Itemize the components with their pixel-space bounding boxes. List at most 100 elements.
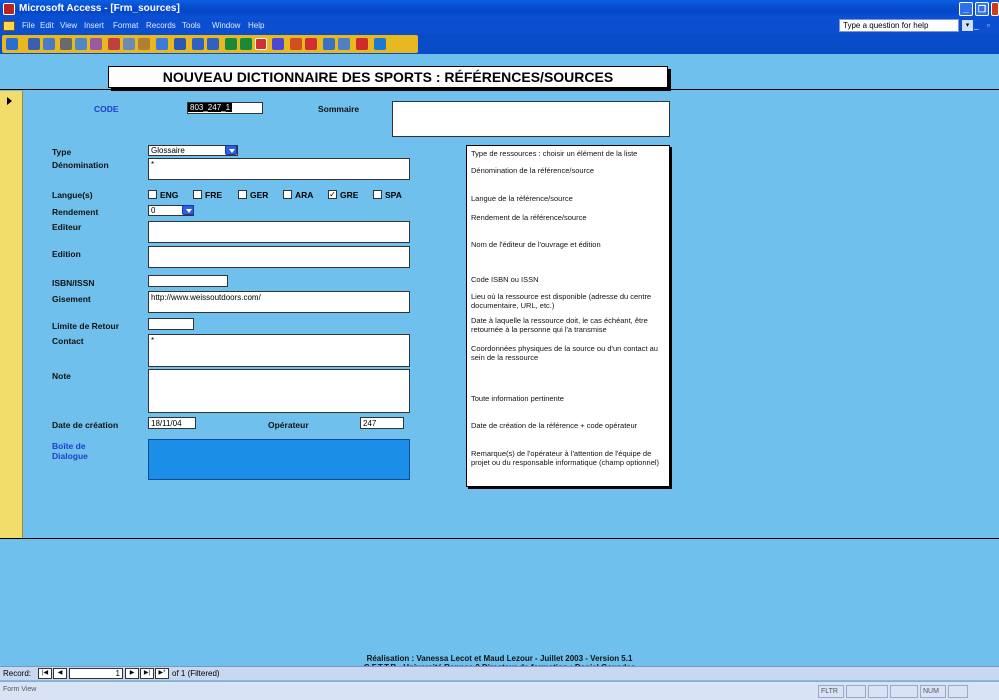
note-field[interactable] (148, 369, 410, 413)
cut-icon[interactable] (108, 38, 120, 50)
isbn-field[interactable] (148, 275, 228, 287)
filter-by-selection-icon[interactable] (225, 38, 237, 50)
gisement-label: Gisement (52, 294, 91, 304)
code-field[interactable]: 803_247_1 (187, 102, 263, 114)
last-record-icon[interactable]: ▶| (140, 668, 154, 679)
minimize-icon[interactable]: _ (959, 2, 973, 16)
spelling-icon[interactable] (90, 38, 102, 50)
sort-descending-icon[interactable] (207, 38, 219, 50)
menu-bar: File Edit View Insert Format Records Too… (0, 18, 999, 34)
form-header: NOUVEAU DICTIONNAIRE DES SPORTS : RÉFÉRE… (0, 56, 999, 90)
close-icon[interactable] (991, 2, 999, 16)
checkbox-gre[interactable]: ✓ (328, 190, 337, 199)
new-object-icon[interactable] (356, 38, 368, 50)
operateur-field[interactable]: 247 (360, 417, 404, 429)
search-file-icon[interactable] (43, 38, 55, 50)
gisement-field[interactable]: http://www.weissoutdoors.com/ (148, 291, 410, 313)
edition-field[interactable] (148, 246, 410, 268)
type-value: Glossaire (151, 146, 185, 155)
find-icon[interactable] (272, 38, 284, 50)
first-record-icon[interactable]: |◀ (38, 668, 52, 679)
checkbox-spa[interactable] (373, 190, 382, 199)
help-icon[interactable] (374, 38, 386, 50)
menu-help[interactable]: Help (248, 21, 264, 30)
restore-icon[interactable]: ❐ (975, 2, 989, 16)
checkbox-fre[interactable] (193, 190, 202, 199)
help-note: Toute information pertinente (471, 394, 564, 403)
checkbox-ger[interactable] (238, 190, 247, 199)
code-value: 803_247_1 (188, 103, 233, 112)
record-selector[interactable] (0, 91, 23, 538)
type-dropdown-icon[interactable] (225, 145, 237, 155)
boite-dialogue-field[interactable] (148, 439, 410, 480)
status-cell-empty-4 (948, 685, 968, 698)
sommaire-label: Sommaire (318, 104, 360, 114)
status-bar: Form View FLTR NUM (0, 681, 999, 700)
checkbox-fre-label: FRE (205, 190, 222, 200)
copy-icon[interactable] (123, 38, 135, 50)
previous-record-icon[interactable]: ◀ (53, 668, 67, 679)
help-question-input[interactable]: Type a question for help (839, 19, 959, 32)
print-icon[interactable] (60, 38, 72, 50)
menu-view[interactable]: View (60, 21, 77, 30)
new-record-nav-icon[interactable]: ▶* (155, 668, 169, 679)
help-isbn: Code ISBN ou ISSN (471, 275, 539, 284)
langues-label: Langue(s) (52, 190, 93, 200)
sort-ascending-icon[interactable] (192, 38, 204, 50)
form-title: NOUVEAU DICTIONNAIRE DES SPORTS : RÉFÉRE… (108, 66, 668, 88)
help-editeur: Nom de l'éditeur de l'ouvrage et édition (471, 240, 601, 249)
properties-icon[interactable] (323, 38, 335, 50)
menu-window[interactable]: Window (212, 21, 240, 30)
footer-credits-line1: Réalisation : Vanessa Lecot et Maud Lezo… (366, 654, 633, 663)
sommaire-field[interactable] (392, 101, 670, 137)
save-icon[interactable] (28, 38, 40, 50)
checkbox-ara[interactable] (283, 190, 292, 199)
print-preview-icon[interactable] (75, 38, 87, 50)
doc-minimize-icon[interactable]: _ (974, 21, 978, 30)
checkbox-eng[interactable] (148, 190, 157, 199)
help-panel: Type de ressources : choisir un élément … (466, 145, 670, 487)
next-record-icon[interactable]: ▶ (125, 668, 139, 679)
undo-icon[interactable] (156, 38, 168, 50)
help-rendement: Rendement de la référence/source (471, 213, 587, 222)
menu-insert[interactable]: Insert (84, 21, 104, 30)
checkbox-gre-label: GRE (340, 190, 359, 200)
toggle-filter-icon[interactable] (255, 38, 267, 50)
menu-edit[interactable]: Edit (40, 21, 54, 30)
help-dropdown-icon[interactable]: ▾ (962, 20, 973, 31)
record-number-input[interactable]: 1 (69, 668, 123, 679)
edition-label: Edition (52, 249, 81, 259)
hyperlink-icon[interactable] (174, 38, 186, 50)
denomination-field[interactable]: * (148, 158, 410, 180)
title-bar: Microsoft Access - [Frm_sources] _ ❐ (0, 0, 999, 18)
doc-restore-icon[interactable]: ▫ (987, 21, 990, 30)
record-label: Record: (3, 669, 32, 678)
contact-label: Contact (52, 336, 84, 346)
limite-retour-field[interactable] (148, 318, 194, 330)
access-app-icon[interactable] (3, 3, 15, 15)
rendement-dropdown-icon[interactable] (182, 205, 194, 215)
view-icon[interactable] (6, 38, 18, 50)
current-record-arrow-icon (7, 97, 12, 105)
help-gisement: Lieu où la ressource est disponible (adr… (471, 292, 652, 310)
date-creation-field[interactable]: 18/11/04 (148, 417, 196, 429)
form-doc-icon[interactable] (3, 21, 15, 31)
help-type: Type de ressources : choisir un élément … (471, 149, 638, 158)
editeur-label: Editeur (52, 222, 82, 232)
menu-format[interactable]: Format (113, 21, 138, 30)
filter-by-form-icon[interactable] (240, 38, 252, 50)
contact-field[interactable]: * (148, 334, 410, 367)
delete-record-icon[interactable] (305, 38, 317, 50)
database-window-icon[interactable] (338, 38, 350, 50)
editeur-field[interactable] (148, 221, 410, 243)
form-area: NOUVEAU DICTIONNAIRE DES SPORTS : RÉFÉRE… (0, 56, 999, 664)
help-contact: Coordonnées physiques de la source ou d'… (471, 344, 658, 362)
new-record-icon[interactable] (290, 38, 302, 50)
window-title: Microsoft Access - [Frm_sources] (19, 3, 180, 14)
menu-records[interactable]: Records (146, 21, 176, 30)
paste-icon[interactable] (138, 38, 150, 50)
help-date: Date de création de la référence + code … (471, 421, 638, 430)
type-label: Type (52, 147, 72, 157)
menu-tools[interactable]: Tools (182, 21, 201, 30)
menu-file[interactable]: File (22, 21, 35, 30)
